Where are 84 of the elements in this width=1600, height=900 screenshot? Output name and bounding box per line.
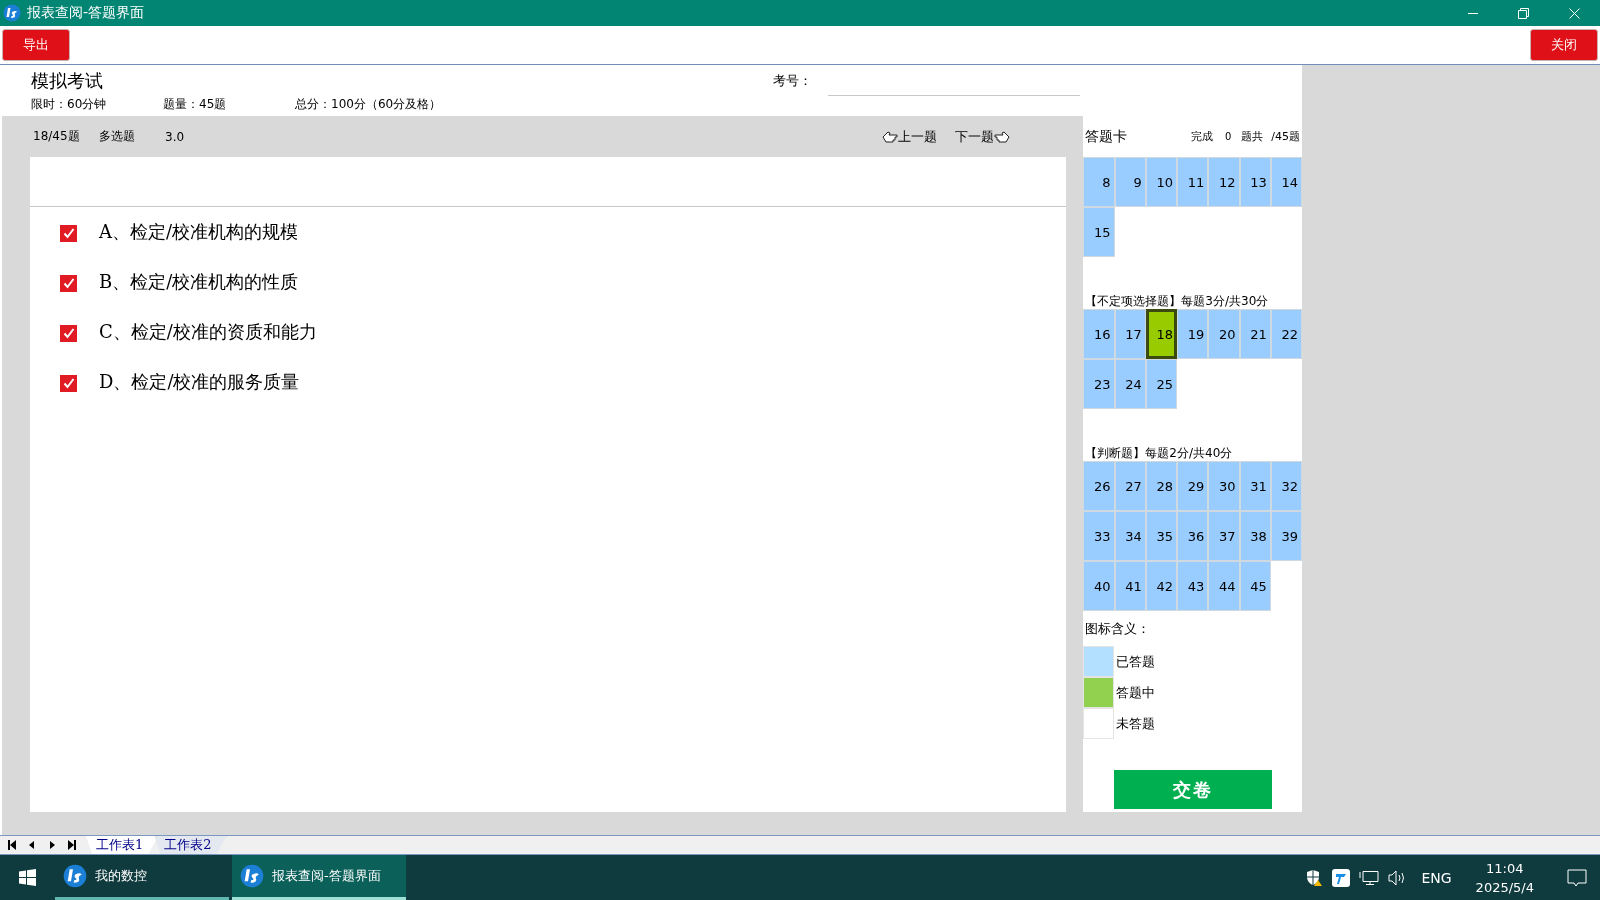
question-number-cell[interactable]: 31 (1239, 461, 1271, 511)
question-position: 18/45题 (33, 128, 81, 145)
checkbox[interactable] (60, 225, 77, 242)
close-button[interactable]: 关闭 (1530, 29, 1598, 61)
app-logo-icon (63, 864, 87, 888)
pointing-hand-icon (994, 130, 1011, 143)
option-label: C、检定/校准的资质和能力 (99, 320, 317, 344)
question-number-cell[interactable]: 24 (1114, 359, 1146, 409)
legend-label: 未答题 (1116, 714, 1156, 733)
option-label: D、检定/校准的服务质量 (99, 370, 300, 394)
pointing-hand-icon (882, 130, 899, 143)
question-number-cell[interactable]: 36 (1177, 511, 1209, 561)
question-number-cell[interactable]: 43 (1177, 561, 1209, 611)
question-number-cell[interactable]: 20 (1208, 309, 1240, 359)
question-number-cell[interactable]: 45 (1239, 561, 1271, 611)
option-label: A、检定/校准机构的规模 (99, 220, 299, 244)
question-number-cell[interactable]: 8 (1083, 157, 1115, 207)
checkbox[interactable] (60, 275, 77, 292)
option-label: B、检定/校准机构的性质 (99, 270, 299, 294)
question-number-cell[interactable]: 38 (1239, 511, 1271, 561)
question-type: 多选题 (99, 128, 136, 145)
question-number-cell[interactable]: 10 (1145, 157, 1178, 207)
question-score: 3.0 (165, 129, 185, 144)
legend-label: 已答题 (1116, 652, 1156, 671)
question-number-cell[interactable]: 11 (1177, 157, 1209, 207)
question-number-cell[interactable]: 21 (1239, 309, 1271, 359)
question-number-cell[interactable]: 27 (1114, 461, 1146, 511)
question-number-cell[interactable]: 18 (1145, 309, 1178, 359)
question-number-cell[interactable]: 33 (1083, 511, 1115, 561)
input-language-indicator[interactable]: ENG (1421, 869, 1452, 886)
time-limit-label: 限时：60分钟 (31, 96, 108, 113)
checkbox[interactable] (60, 325, 77, 342)
taskbar-app-button[interactable]: 报表查阅-答题界面 (232, 855, 406, 900)
done-count: 0 (1224, 131, 1232, 142)
window-title: 报表查阅-答题界面 (27, 4, 146, 22)
section-heading: 【不定项选择题】每题3分/共30分 (1085, 293, 1270, 307)
question-number-cell[interactable]: 28 (1145, 461, 1178, 511)
legend-title: 图标含义： (1085, 620, 1152, 638)
question-number-cell[interactable]: 34 (1114, 511, 1146, 561)
question-number-cell[interactable]: 30 (1208, 461, 1240, 511)
question-number-cell[interactable]: 16 (1083, 309, 1115, 359)
previous-question-link[interactable]: 上一题 (898, 127, 938, 146)
next-question-link[interactable]: 下一题 (955, 127, 995, 146)
question-number-cell[interactable]: 29 (1177, 461, 1209, 511)
question-count-label: 题量：45题 (163, 96, 228, 113)
checkbox[interactable] (60, 375, 77, 392)
total-score-label: 总分：100分（60分及格） (295, 96, 442, 113)
shield-warning-icon[interactable] (1305, 868, 1324, 887)
section-heading: 【判断题】每题2分/共40分 (1085, 445, 1234, 459)
question-number-cell[interactable]: 19 (1177, 309, 1209, 359)
question-number-cell[interactable]: 9 (1114, 157, 1146, 207)
question-number-cell[interactable]: 22 (1270, 309, 1302, 359)
question-number-cell[interactable]: 12 (1208, 157, 1240, 207)
app-logo-icon (3, 4, 21, 22)
question-number-cell[interactable]: 35 (1145, 511, 1178, 561)
taskbar-app-button[interactable]: 我的数控 (55, 855, 229, 900)
app-tray-icon[interactable] (1332, 868, 1351, 887)
total-label: 题共 (1241, 129, 1264, 144)
question-number-cell[interactable]: 42 (1145, 561, 1178, 611)
app-logo-icon (240, 864, 264, 888)
clock-date[interactable]: 2025/5/4 (1475, 877, 1534, 897)
question-number-cell[interactable]: 41 (1114, 561, 1146, 611)
exam-title: 模拟考试 (31, 69, 103, 93)
question-number-cell[interactable]: 44 (1208, 561, 1240, 611)
done-label: 完成 (1190, 129, 1213, 144)
question-number-cell[interactable]: 14 (1270, 157, 1302, 207)
question-number-cell[interactable]: 26 (1083, 461, 1115, 511)
clock-time[interactable]: 11:04 (1486, 858, 1524, 878)
question-number-cell[interactable]: 37 (1208, 511, 1240, 561)
question-number-cell[interactable]: 40 (1083, 561, 1115, 611)
export-button[interactable]: 导出 (2, 29, 70, 61)
legend-label: 答题中 (1116, 683, 1156, 702)
question-number-cell[interactable]: 32 (1270, 461, 1302, 511)
network-icon[interactable] (1359, 869, 1380, 886)
sheet-tab[interactable]: 工作表2 (154, 836, 227, 854)
question-number-cell[interactable]: 17 (1114, 309, 1146, 359)
question-number-cell[interactable]: 39 (1270, 511, 1302, 561)
answer-card-title: 答题卡 (1085, 127, 1128, 146)
question-number-cell[interactable]: 15 (1083, 207, 1115, 257)
question-number-cell[interactable]: 13 (1239, 157, 1271, 207)
exam-number-label: 考号： (773, 72, 812, 90)
question-number-cell[interactable]: 25 (1145, 359, 1178, 409)
total-count: /45题 (1271, 129, 1300, 144)
question-number-cell[interactable]: 23 (1083, 359, 1115, 409)
